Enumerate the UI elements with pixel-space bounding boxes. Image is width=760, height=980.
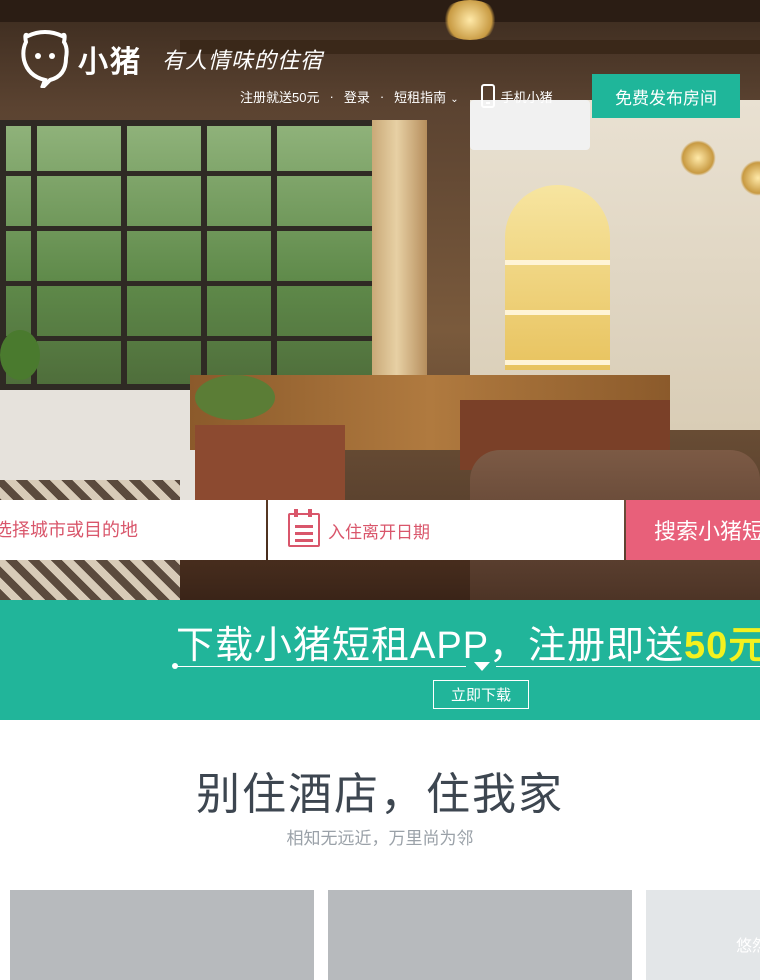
chevron-down-icon: ⌄ [450, 93, 459, 105]
ceiling-beam [0, 0, 760, 22]
slogan: 有人情味的住宿 [162, 49, 324, 74]
listing-card[interactable]: 悠然 [646, 890, 760, 980]
plant [0, 330, 40, 380]
plant [195, 375, 275, 420]
phone-icon [480, 84, 495, 108]
app-promo-banner: 下载小猪短租APP，注册即送50元 立即下载 [0, 600, 760, 720]
promo-divider [176, 666, 466, 667]
guide-menu[interactable]: 短租指南 ⌄ [394, 87, 458, 106]
publish-room-button[interactable]: 免费发布房间 [592, 74, 740, 118]
pig-face-logo-icon [20, 29, 70, 90]
listing-card[interactable] [328, 890, 632, 980]
promo-main-text: 下载小猪短租APP，注册即送 [176, 625, 685, 667]
listing-card[interactable] [10, 890, 314, 980]
mobile-app-link[interactable]: 手机小猪 [480, 84, 553, 108]
search-bar: 入住离开日期 搜索小猪短租 [0, 500, 760, 560]
destination-input[interactable] [0, 500, 266, 560]
window [0, 120, 380, 390]
pendant-lamp [680, 140, 716, 176]
promo-highlight: 50元 [684, 625, 760, 667]
download-button[interactable]: 立即下载 [433, 680, 529, 709]
calendar-icon [288, 509, 320, 547]
register-link[interactable]: 注册就送50元 [240, 87, 319, 106]
login-link[interactable]: 登录 [344, 87, 370, 106]
mobile-label: 手机小猪 [500, 89, 553, 105]
nav-separator: · [379, 88, 385, 104]
section-subtitle: 相知无远近，万里尚为邻 [286, 829, 474, 848]
shelf-nook [505, 185, 610, 370]
promo-arrow-icon [474, 662, 490, 671]
logo[interactable]: 小猪 有人情味的住宿 [20, 29, 324, 90]
brick-counter [195, 425, 345, 505]
curtain [372, 120, 427, 390]
date-label: 入住离开日期 [328, 522, 430, 542]
date-picker[interactable]: 入住离开日期 [268, 500, 624, 560]
guide-label: 短租指南 [394, 89, 447, 105]
top-nav: 注册就送50元 · 登录 · 短租指南 ⌄ 手机小猪 [240, 84, 553, 108]
promo-divider [496, 666, 760, 667]
section-title: 别住酒店，住我家 [196, 770, 564, 819]
ceiling-lamp [440, 0, 500, 40]
nav-separator: · [329, 88, 334, 104]
search-button[interactable]: 搜索小猪短租 [626, 500, 760, 560]
card-caption: 悠然 [736, 938, 760, 955]
promo-text: 下载小猪短租APP，注册即送50元 [176, 614, 760, 669]
logo-name: 小猪 [78, 46, 142, 79]
